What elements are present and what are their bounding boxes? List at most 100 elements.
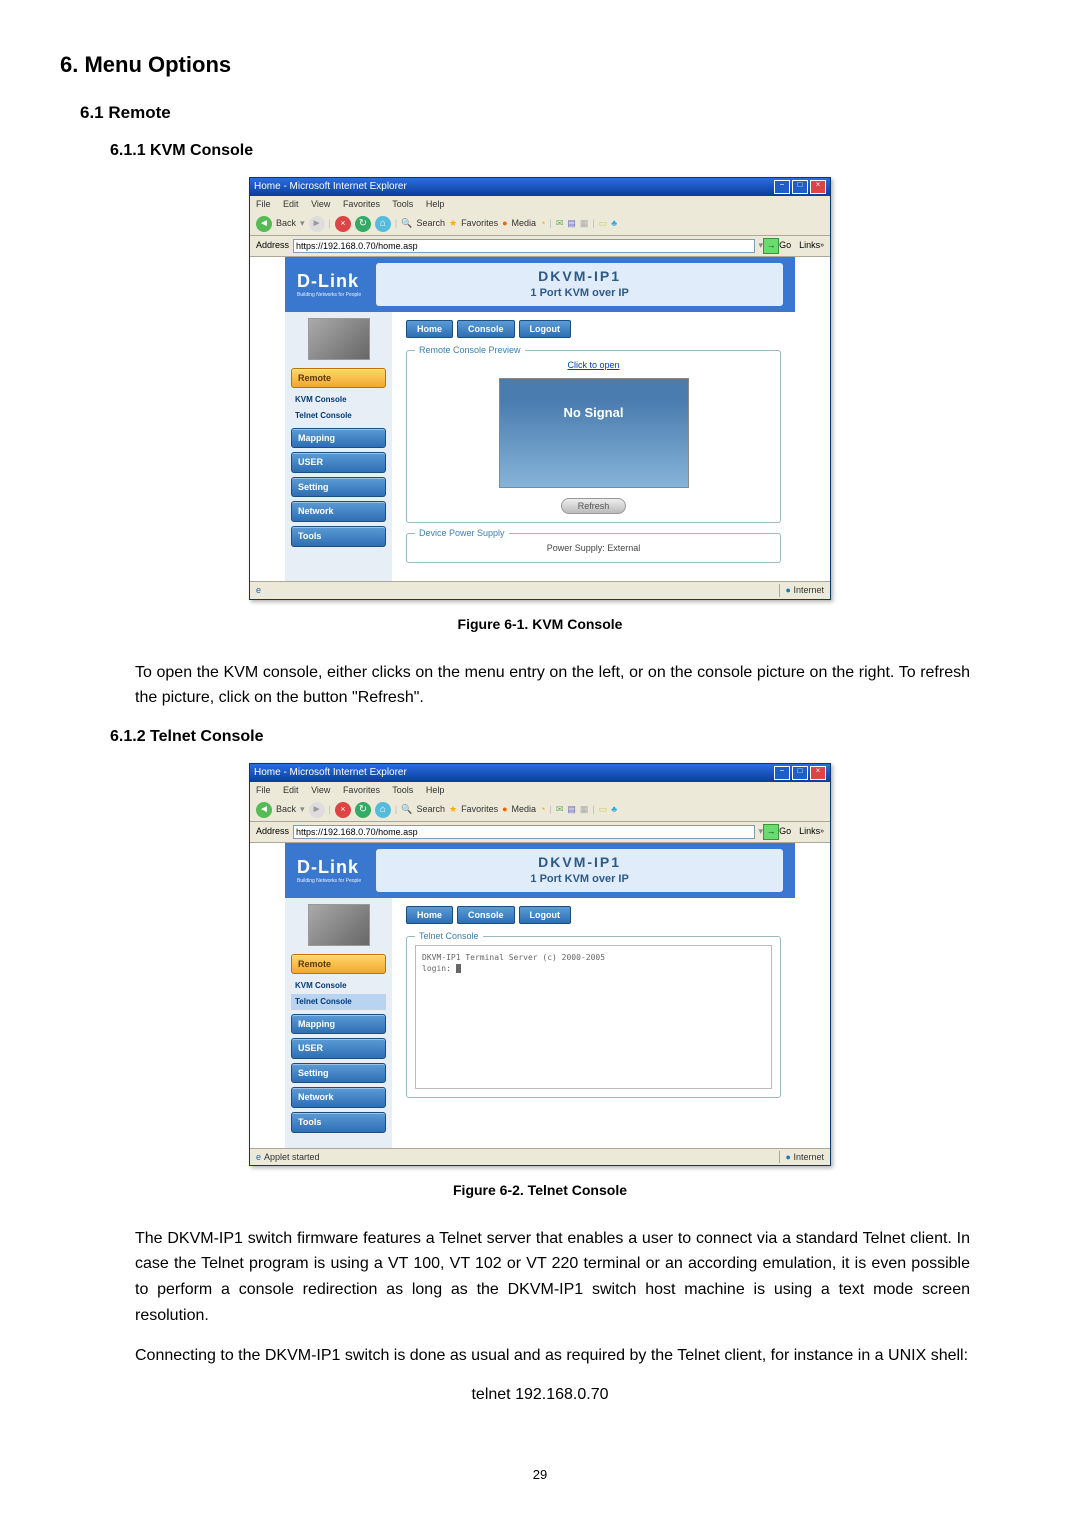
tab-console[interactable]: Console — [457, 320, 515, 339]
home-icon[interactable]: ⌂ — [375, 216, 391, 232]
search-icon-2[interactable]: 🔍 — [401, 803, 412, 816]
ie-toolbar: ◄ Back ▾ ► | × ↻ ⌂ | 🔍 Search ★ Favorite… — [250, 213, 830, 236]
media-icon[interactable]: ● — [502, 217, 507, 230]
tab-home-2[interactable]: Home — [406, 906, 453, 925]
favorites-icon[interactable]: ★ — [449, 217, 457, 230]
sidebar-cat-tools[interactable]: Tools — [291, 526, 386, 547]
media-label[interactable]: Media — [512, 217, 537, 230]
discuss-icon-2[interactable]: ▭ — [599, 803, 608, 816]
ie-status-bar-2: e Applet started ● Internet — [250, 1148, 830, 1166]
forward-icon-2[interactable]: ► — [309, 802, 325, 818]
sidebar-cat-network[interactable]: Network — [291, 501, 386, 522]
menu-file[interactable]: File — [256, 199, 271, 209]
print-icon-2[interactable]: ▤ — [567, 803, 576, 816]
sidebar-cat-setting-2[interactable]: Setting — [291, 1063, 386, 1084]
sidebar-item-telnet-console-2[interactable]: Telnet Console — [291, 994, 386, 1009]
menu-favorites[interactable]: Favorites — [343, 199, 380, 209]
edit-icon[interactable]: ▦ — [580, 217, 589, 230]
maximize-button-2[interactable]: □ — [792, 766, 808, 780]
search-label[interactable]: Search — [416, 217, 445, 230]
tab-logout-2[interactable]: Logout — [519, 906, 572, 925]
close-button-2[interactable]: × — [810, 766, 826, 780]
ie-addressbar: Address ▾ → Go Links » — [250, 236, 830, 257]
refresh-icon[interactable]: ↻ — [355, 216, 371, 232]
internet-zone-icon: ● — [786, 585, 791, 595]
mail-icon-2[interactable]: ✉ — [556, 803, 564, 816]
home-icon-2[interactable]: ⌂ — [375, 802, 391, 818]
print-icon[interactable]: ▤ — [567, 217, 576, 230]
minimize-button-2[interactable]: − — [774, 766, 790, 780]
favorites-label[interactable]: Favorites — [461, 217, 498, 230]
edit-icon-2[interactable]: ▦ — [580, 803, 589, 816]
media-icon-2[interactable]: ● — [502, 803, 507, 816]
menu-view-2[interactable]: View — [311, 785, 330, 795]
go-label: Go — [779, 239, 791, 252]
device-image — [308, 318, 370, 360]
menu-file-2[interactable]: File — [256, 785, 271, 795]
ie-titlebar[interactable]: Home - Microsoft Internet Explorer − □ × — [250, 178, 830, 196]
tab-home[interactable]: Home — [406, 320, 453, 339]
back-label[interactable]: Back — [276, 217, 296, 230]
maximize-button[interactable]: □ — [792, 180, 808, 194]
telnet-login-prompt: login: — [422, 964, 451, 973]
links-label[interactable]: Links — [799, 239, 820, 252]
back-icon-2[interactable]: ◄ — [256, 802, 272, 818]
history-icon[interactable]: ◔ — [540, 217, 545, 230]
media-label-2[interactable]: Media — [512, 803, 537, 816]
history-icon-2[interactable]: ◔ — [540, 803, 545, 816]
favorites-icon-2[interactable]: ★ — [449, 803, 457, 816]
menu-tools[interactable]: Tools — [392, 199, 413, 209]
remote-console-preview-box: Remote Console Preview Click to open No … — [406, 350, 781, 523]
telnet-terminal[interactable]: DKVM-IP1 Terminal Server (c) 2000-2005 l… — [415, 945, 772, 1089]
search-icon[interactable]: 🔍 — [401, 217, 412, 230]
messenger-icon-2[interactable]: ♣ — [611, 803, 617, 816]
menu-tools-2[interactable]: Tools — [392, 785, 413, 795]
address-input[interactable] — [293, 239, 755, 253]
console-preview[interactable]: No Signal — [499, 378, 689, 488]
go-button[interactable]: → — [763, 238, 779, 254]
dlink-header: D-Link Building Networks for People DKVM… — [285, 257, 795, 312]
menu-help-2[interactable]: Help — [426, 785, 445, 795]
sidebar-item-kvm-console[interactable]: KVM Console — [291, 392, 386, 407]
sidebar-cat-remote[interactable]: Remote — [291, 368, 386, 389]
tab-logout[interactable]: Logout — [519, 320, 572, 339]
sidebar-cat-user[interactable]: USER — [291, 452, 386, 473]
sidebar-cat-tools-2[interactable]: Tools — [291, 1112, 386, 1133]
close-button[interactable]: × — [810, 180, 826, 194]
search-label-2[interactable]: Search — [416, 803, 445, 816]
messenger-icon[interactable]: ♣ — [611, 217, 617, 230]
menu-favorites-2[interactable]: Favorites — [343, 785, 380, 795]
discuss-icon[interactable]: ▭ — [599, 217, 608, 230]
stop-icon-2[interactable]: × — [335, 802, 351, 818]
sidebar-cat-setting[interactable]: Setting — [291, 477, 386, 498]
links-label-2[interactable]: Links — [799, 825, 820, 838]
sidebar-cat-mapping-2[interactable]: Mapping — [291, 1014, 386, 1035]
menu-edit[interactable]: Edit — [283, 199, 299, 209]
forward-icon[interactable]: ► — [309, 216, 325, 232]
product-subtitle: 1 Port KVM over IP — [380, 286, 779, 301]
minimize-button[interactable]: − — [774, 180, 790, 194]
refresh-icon-2[interactable]: ↻ — [355, 802, 371, 818]
sidebar-item-kvm-console-2[interactable]: KVM Console — [291, 978, 386, 993]
address-input-2[interactable] — [293, 825, 755, 839]
sidebar-cat-remote-2[interactable]: Remote — [291, 954, 386, 975]
sidebar-cat-network-2[interactable]: Network — [291, 1087, 386, 1108]
back-icon[interactable]: ◄ — [256, 216, 272, 232]
mail-icon[interactable]: ✉ — [556, 217, 564, 230]
sidebar-item-telnet-console[interactable]: Telnet Console — [291, 408, 386, 423]
click-to-open-link[interactable]: Click to open — [415, 359, 772, 372]
back-label-2[interactable]: Back — [276, 803, 296, 816]
refresh-button[interactable]: Refresh — [561, 498, 627, 514]
sidebar-cat-user-2[interactable]: USER — [291, 1038, 386, 1059]
sidebar-cat-mapping[interactable]: Mapping — [291, 428, 386, 449]
favorites-label-2[interactable]: Favorites — [461, 803, 498, 816]
no-signal-text: No Signal — [564, 404, 624, 422]
menu-view[interactable]: View — [311, 199, 330, 209]
menu-edit-2[interactable]: Edit — [283, 785, 299, 795]
ie-titlebar-2[interactable]: Home - Microsoft Internet Explorer − □ × — [250, 764, 830, 782]
tab-console-2[interactable]: Console — [457, 906, 515, 925]
go-button-2[interactable]: → — [763, 824, 779, 840]
menu-help[interactable]: Help — [426, 199, 445, 209]
dlink-tagline-2: Building Networks for People — [297, 878, 361, 885]
stop-icon[interactable]: × — [335, 216, 351, 232]
